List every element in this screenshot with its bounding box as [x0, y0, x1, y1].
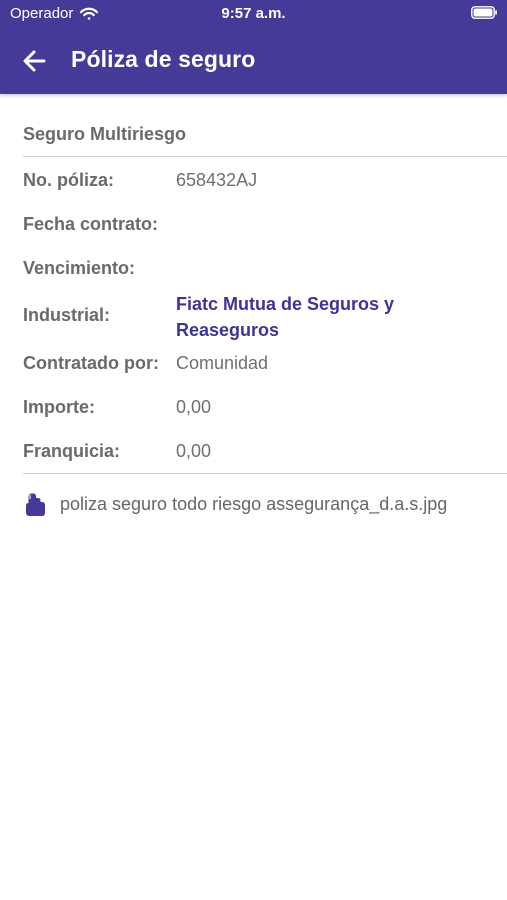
app-bar: Póliza de seguro — [0, 38, 507, 84]
field-row-amount: Importe: 0,00 — [23, 397, 503, 423]
field-value-policy-number: 658432AJ — [176, 170, 258, 190]
arrow-left-icon[interactable] — [20, 47, 50, 75]
field-label-expiration: Vencimiento: — [23, 258, 136, 278]
field-label-deductible: Franquicia: — [23, 441, 121, 461]
field-label-contracted-by: Contratado por: — [23, 353, 159, 373]
status-time: 9:57 a.m. — [221, 5, 286, 22]
field-value-contracted-by: Comunidad — [176, 353, 269, 373]
field-row-deductible: Franquicia: 0,00 — [23, 441, 503, 467]
status-bar: Operador 9:57 a.m. — [0, 0, 507, 28]
divider-bottom — [23, 473, 507, 474]
field-value-deductible: 0,00 — [176, 441, 212, 461]
field-row-policy-number: No. póliza: 658432AJ — [23, 170, 503, 196]
divider-top — [23, 156, 507, 157]
attachment-item[interactable]: poliza seguro todo riesgo assegurança_d.… — [23, 491, 493, 519]
battery-icon — [471, 6, 497, 19]
insurer-link[interactable]: Fiatc Mutua de Seguros y Reaseguros — [176, 291, 476, 343]
field-label-policy-number: No. póliza: — [23, 170, 114, 190]
field-row-contracted-by: Contratado por: Comunidad — [23, 353, 503, 379]
field-row-expiration: Vencimiento: — [23, 258, 503, 284]
field-row-contract-date: Fecha contrato: — [23, 214, 503, 240]
field-label-amount: Importe: — [23, 397, 95, 417]
policy-name: Seguro Multiriesgo — [23, 124, 187, 144]
field-value-amount: 0,00 — [176, 397, 212, 417]
top-bar: Operador 9:57 a.m. Póliza de seguro — [0, 0, 507, 94]
field-label-industrial: Industrial: — [23, 305, 111, 325]
document-icon — [26, 493, 45, 516]
field-label-contract-date: Fecha contrato: — [23, 214, 159, 234]
page-title: Póliza de seguro — [71, 46, 256, 72]
attachment-file-name: poliza seguro todo riesgo assegurança_d.… — [60, 494, 448, 514]
